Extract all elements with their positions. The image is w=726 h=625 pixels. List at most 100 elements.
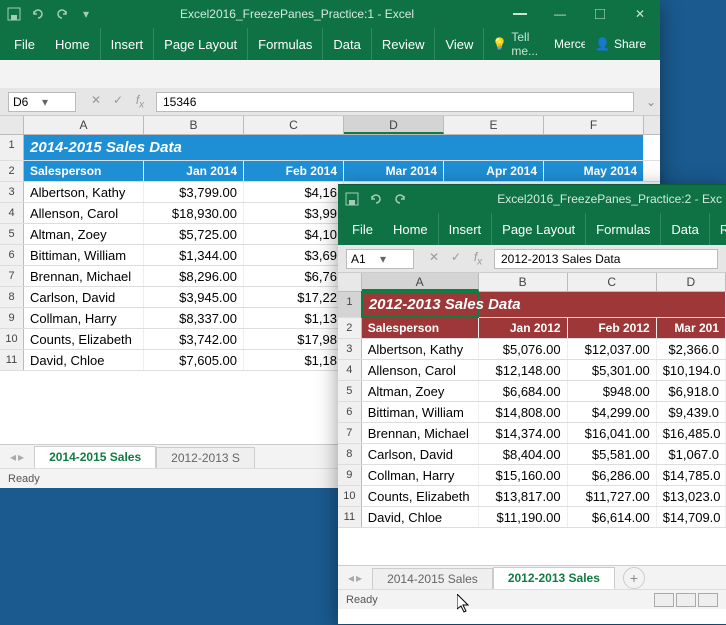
tab-page-layout[interactable]: Page Layout [492,213,586,245]
row-header[interactable]: 5 [0,224,24,244]
header-cell[interactable]: May 2014 [544,161,644,181]
col-header-a[interactable]: A [24,116,144,134]
tell-me-search[interactable]: 💡Tell me... [484,30,546,58]
cancel-formula-icon[interactable]: ✕ [86,93,106,110]
titlebar[interactable]: ▾ Excel2016_FreezePanes_Practice:1 - Exc… [0,0,660,28]
cell[interactable]: Altman, Zoey [24,224,144,244]
undo-icon[interactable] [30,6,46,22]
save-icon[interactable] [344,191,360,207]
tab-page-layout[interactable]: Page Layout [154,28,248,60]
row-header[interactable]: 10 [0,329,24,349]
maximize-button[interactable] [580,0,620,28]
cell[interactable]: Allenson, Carol [362,360,479,380]
header-cell[interactable]: Mar 201 [657,318,726,338]
cell[interactable]: $1,344.00 [144,245,244,265]
cell[interactable]: $1,18 [244,350,344,370]
cell[interactable]: $10,194.0 [657,360,726,380]
header-cell[interactable]: Salesperson [24,161,144,181]
cell[interactable]: $14,808.00 [479,402,568,422]
row-header[interactable]: 7 [0,266,24,286]
cell[interactable]: $12,037.00 [568,339,657,359]
cell[interactable]: Altman, Zoey [362,381,479,401]
cell[interactable]: $6,286.00 [568,465,657,485]
chevron-down-icon[interactable]: ▾ [380,252,409,266]
redo-icon[interactable] [54,6,70,22]
cell[interactable]: $5,581.00 [568,444,657,464]
cell[interactable]: Allenson, Carol [24,203,144,223]
row-header[interactable]: 8 [0,287,24,307]
cell[interactable]: $17,22 [244,287,344,307]
cancel-formula-icon[interactable]: ✕ [424,250,444,267]
fx-icon[interactable]: fx [468,250,488,267]
cell[interactable]: $17,98 [244,329,344,349]
cell[interactable]: Collman, Harry [362,465,479,485]
header-cell[interactable]: Mar 2014 [344,161,444,181]
cell[interactable]: $4,10 [244,224,344,244]
title-banner-selected[interactable]: 2012-2013 Sales Data [361,291,479,318]
row-header[interactable]: 1 [0,135,24,160]
enter-formula-icon[interactable]: ✓ [446,250,466,267]
cell[interactable]: $14,374.00 [479,423,568,443]
cell[interactable]: $16,041.00 [568,423,657,443]
cell[interactable]: $6,614.00 [568,507,657,527]
titlebar[interactable]: Excel2016_FreezePanes_Practice:2 - Exc [338,185,726,213]
cell[interactable]: $18,930.00 [144,203,244,223]
formula-input[interactable]: 15346 [156,92,634,112]
cell[interactable]: $8,296.00 [144,266,244,286]
tab-view[interactable]: View [435,28,484,60]
cell[interactable]: $1,067.0 [657,444,726,464]
header-cell[interactable]: Jan 2014 [144,161,244,181]
tab-review[interactable]: Review [710,213,726,245]
row-header[interactable]: 11 [338,507,362,527]
chevron-down-icon[interactable]: ▾ [42,95,71,109]
cell[interactable]: $11,727.00 [568,486,657,506]
cell[interactable]: $3,99 [244,203,344,223]
minimize-button[interactable]: — [540,0,580,28]
tab-home[interactable]: Home [383,213,439,245]
row-header[interactable]: 8 [338,444,362,464]
tab-formulas[interactable]: Formulas [586,213,661,245]
add-sheet-button[interactable]: + [623,567,645,589]
row-header[interactable]: 2 [338,318,362,338]
cell[interactable]: Bittiman, William [362,402,479,422]
cell[interactable]: $3,69 [244,245,344,265]
cell[interactable]: Brennan, Michael [362,423,479,443]
tab-data[interactable]: Data [323,28,371,60]
row-header[interactable]: 7 [338,423,362,443]
row-header[interactable]: 9 [338,465,362,485]
qat-dropdown-icon[interactable]: ▾ [78,6,94,22]
cell[interactable]: $9,439.0 [657,402,726,422]
cell[interactable]: David, Chloe [24,350,144,370]
cell[interactable]: $5,725.00 [144,224,244,244]
cell[interactable]: $8,404.00 [479,444,568,464]
row-header[interactable]: 1 [338,292,362,317]
cell[interactable]: Carlson, David [362,444,479,464]
tab-home[interactable]: Home [45,28,101,60]
tab-insert[interactable]: Insert [101,28,155,60]
cell[interactable]: $12,148.00 [479,360,568,380]
cell[interactable]: $5,301.00 [568,360,657,380]
sheet-tab[interactable]: 2012-2013 S [156,447,255,468]
tab-file[interactable]: File [4,28,45,60]
enter-formula-icon[interactable]: ✓ [108,93,128,110]
cell[interactable]: $4,299.00 [568,402,657,422]
cell[interactable]: $5,076.00 [479,339,568,359]
cell[interactable]: $6,918.0 [657,381,726,401]
sheet-nav-next-icon[interactable]: ▸ [18,450,24,464]
title-banner[interactable]: 2014-2015 Sales Data [24,135,644,160]
col-header-c[interactable]: C [244,116,344,134]
cell[interactable]: $16,485.0 [657,423,726,443]
header-cell[interactable]: Salesperson [362,318,479,338]
col-header-f[interactable]: F [544,116,644,134]
expand-formula-icon[interactable]: ⌄ [642,95,660,109]
row-header[interactable]: 9 [0,308,24,328]
cell[interactable]: $3,742.00 [144,329,244,349]
cell[interactable]: $1,13 [244,308,344,328]
col-header-b[interactable]: B [144,116,244,134]
tab-insert[interactable]: Insert [439,213,493,245]
row-header[interactable]: 11 [0,350,24,370]
row-header[interactable]: 6 [338,402,362,422]
cell[interactable]: Bittiman, William [24,245,144,265]
name-box[interactable]: A1▾ [346,249,414,269]
formula-input[interactable]: 2012-2013 Sales Data [494,249,718,269]
